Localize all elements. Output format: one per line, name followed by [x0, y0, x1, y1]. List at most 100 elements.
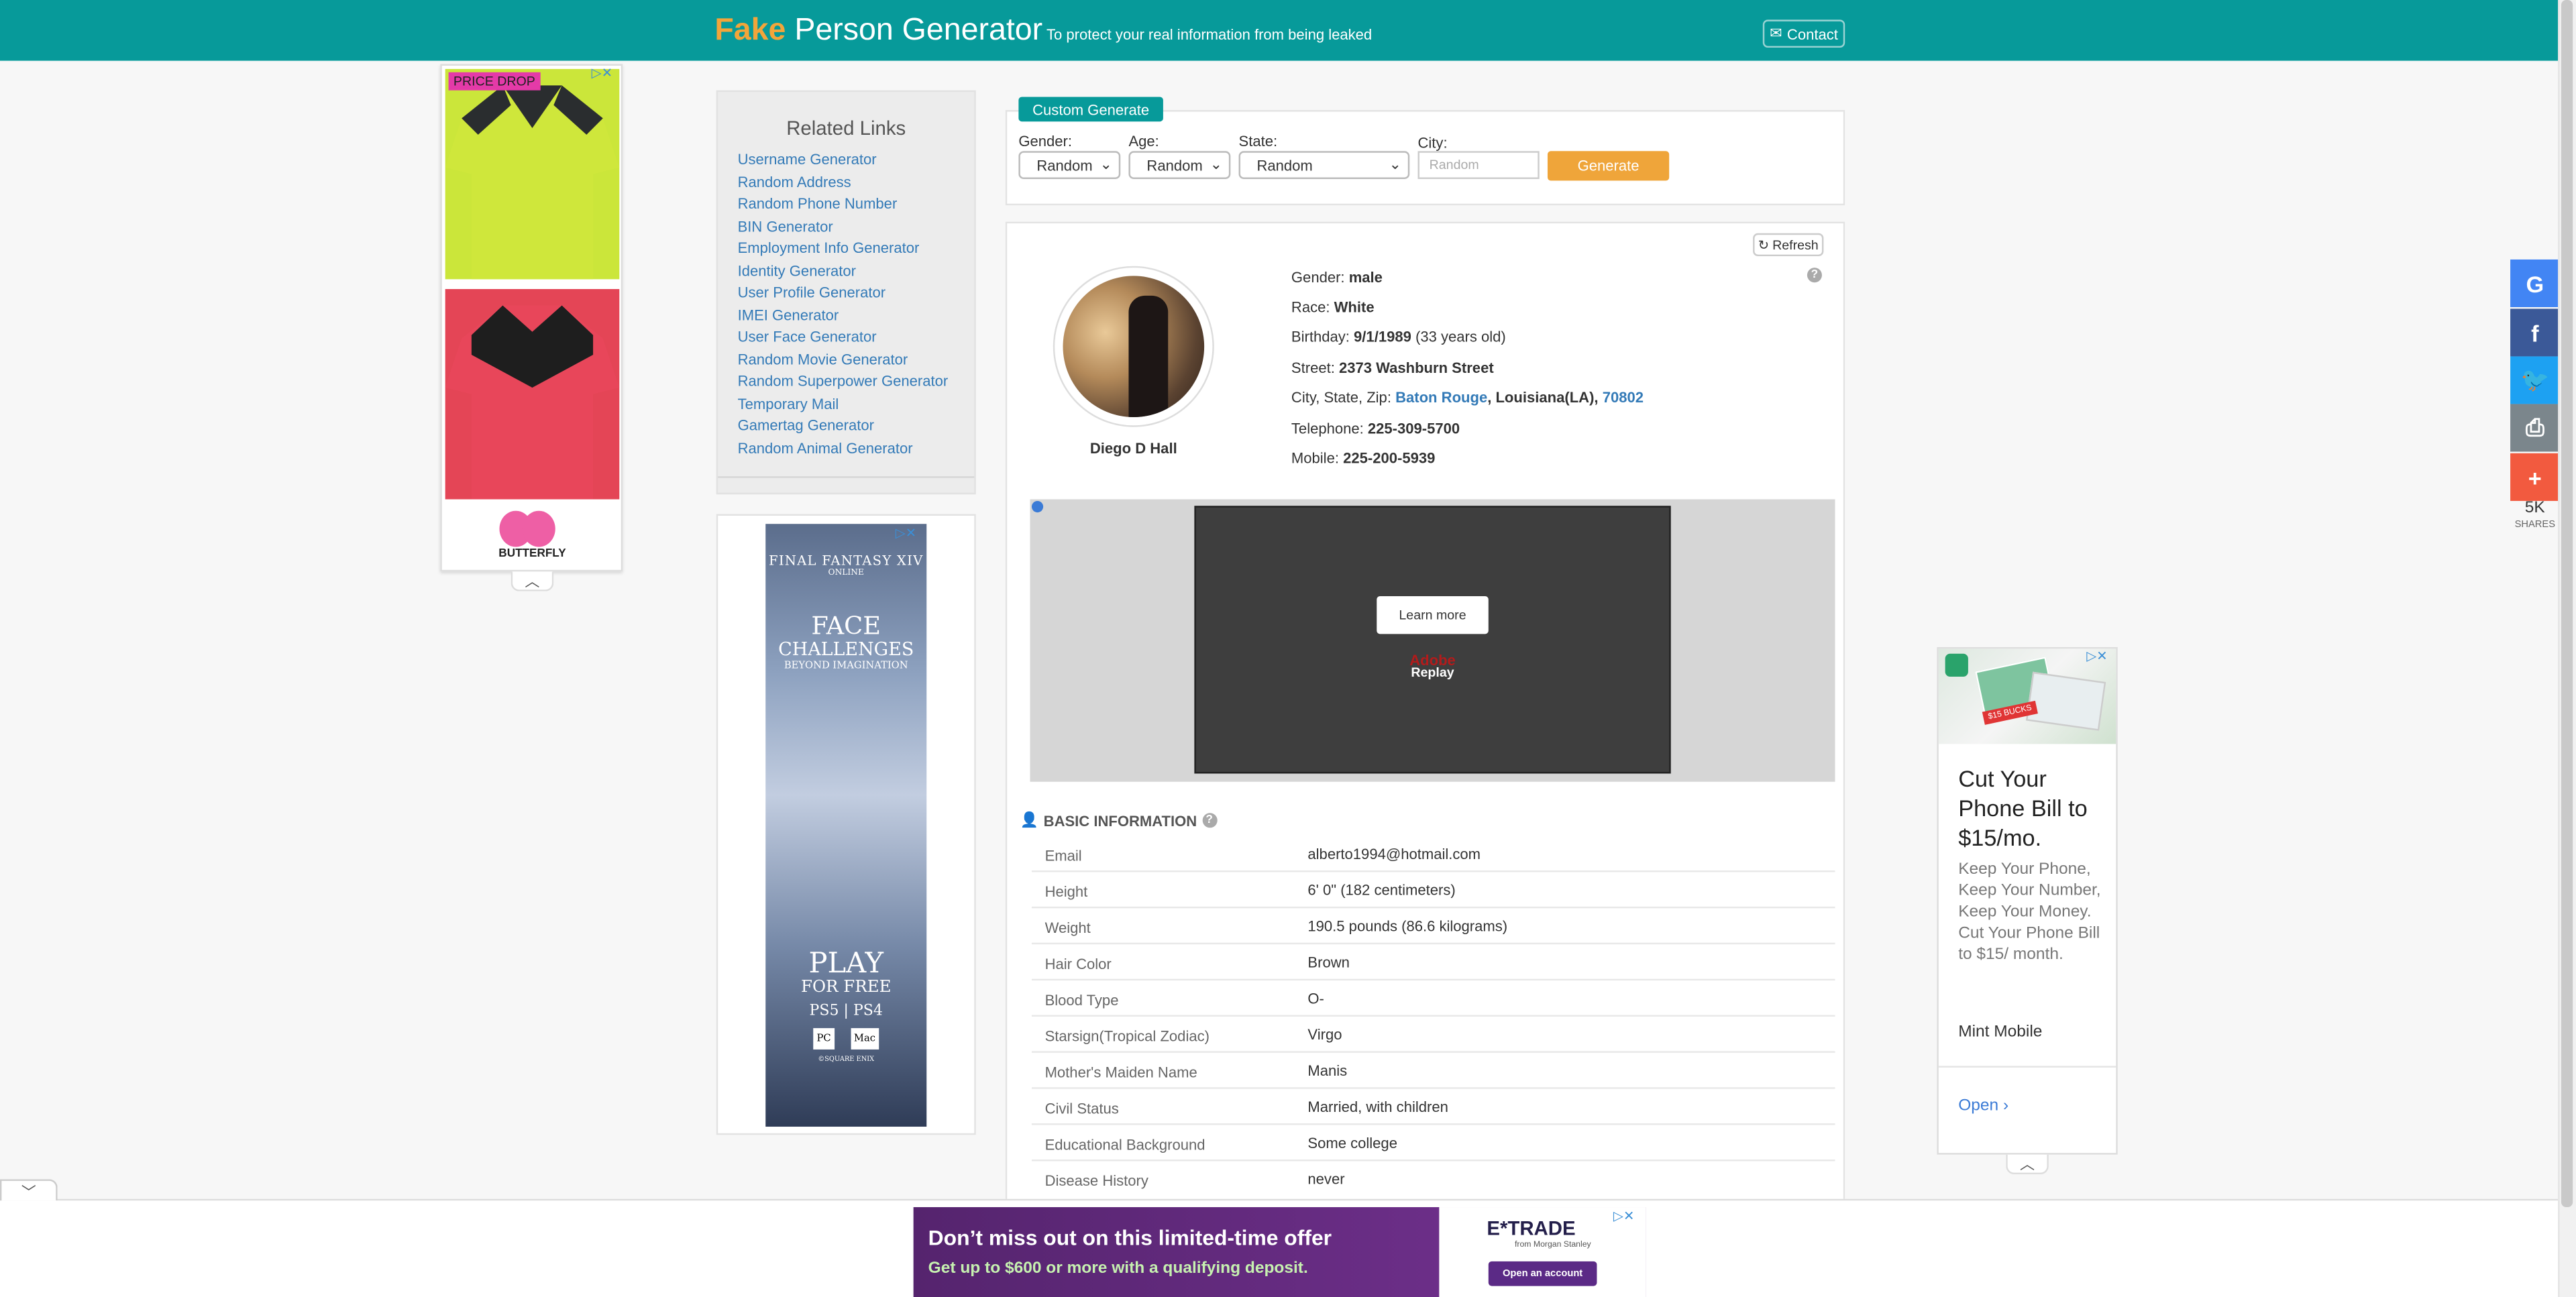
gender-info-label: Gender: — [1291, 269, 1349, 286]
twitter-icon: 🐦 — [2520, 366, 2550, 393]
state-label: State: — [1238, 133, 1278, 150]
generate-button[interactable]: Generate — [1547, 151, 1670, 181]
mint-ad-open-button[interactable]: Open › — [1958, 1097, 2008, 1115]
related-link[interactable]: IMEI Generator — [738, 304, 975, 327]
related-link[interactable]: Temporary Mail — [738, 394, 975, 416]
refresh-button[interactable]: ↻ Refresh — [1753, 233, 1824, 257]
chevron-up-icon: ︿ — [525, 573, 540, 590]
related-link[interactable]: Identity Generator — [738, 260, 975, 282]
related-link[interactable]: Random Animal Generator — [738, 438, 975, 460]
mobile-value: 225-200-5939 — [1343, 450, 1436, 467]
related-link[interactable]: Random Superpower Generator — [738, 371, 975, 393]
logo-fake-word: Fake — [714, 13, 786, 48]
mint-ad-title[interactable]: Cut Your Phone Bill to $15/mo. — [1958, 764, 2109, 852]
related-link[interactable]: Employment Info Generator — [738, 238, 975, 260]
share-count: 5K SHARES — [2510, 500, 2559, 534]
page-scrollbar-thumb[interactable] — [2561, 0, 2573, 1208]
right-ad-collapse-button[interactable]: ︿ — [2006, 1154, 2049, 1175]
help-icon[interactable]: ? — [1807, 268, 1822, 283]
facebook-icon: f — [2531, 319, 2539, 346]
ad-choices-icon[interactable]: ▷✕ — [592, 66, 612, 80]
related-link[interactable]: User Face Generator — [738, 327, 975, 349]
state-value: , Louisiana(LA), — [1487, 389, 1603, 406]
ad-choices-icon[interactable]: ▷✕ — [896, 526, 916, 541]
row-divider — [1031, 1159, 1835, 1162]
help-icon[interactable]: ? — [1201, 813, 1217, 828]
row-value: never — [1307, 1171, 1345, 1188]
row-value: O- — [1307, 990, 1324, 1007]
print-button[interactable]: ⎙ — [2510, 404, 2560, 452]
related-link[interactable]: Random Movie Generator — [738, 349, 975, 371]
ad-info-icon[interactable] — [1031, 500, 1044, 513]
related-links-title: Related Links — [786, 116, 906, 140]
contact-button[interactable]: ✉ Contact — [1762, 19, 1845, 48]
ff-beyond: BEYOND IMAGINATION — [784, 660, 908, 672]
ff-logo: FINAL FANTASY XIV — [769, 553, 924, 569]
age-select-value: Random — [1146, 156, 1203, 174]
final-fantasy-ad[interactable]: FINAL FANTASY XIV ONLINE FACE CHALLENGES… — [765, 524, 927, 1127]
left-ad-collapse-button[interactable]: ︿ — [511, 571, 554, 591]
google-share-button[interactable]: G — [2510, 259, 2560, 307]
ff-copyright: ©SQUARE ENIX — [818, 1054, 875, 1063]
ad-choices-icon[interactable]: ▷✕ — [1613, 1208, 1634, 1223]
printer-icon: ⎙ — [2526, 414, 2544, 441]
etrade-logo: E*TRADE — [1487, 1217, 1576, 1240]
row-label: Height — [1044, 883, 1088, 901]
age-select[interactable]: Random ⌄ — [1128, 151, 1231, 179]
butterfly-brand-text: BUTTERFLY — [498, 548, 566, 561]
video-ad-player[interactable] — [1194, 506, 1671, 774]
state-select[interactable]: Random ⌄ — [1238, 151, 1410, 179]
avatar-figure — [1128, 295, 1169, 418]
more-share-button[interactable]: + — [2510, 453, 2560, 501]
mint-envelope-graphic — [2025, 671, 2106, 731]
related-link[interactable]: Random Address — [738, 172, 975, 194]
related-link[interactable]: User Profile Generator — [738, 282, 975, 304]
price-drop-badge: PRICE DROP — [448, 72, 541, 91]
row-divider — [1031, 1087, 1835, 1089]
row-label: Disease History — [1044, 1172, 1148, 1190]
related-link[interactable]: Random Phone Number — [738, 194, 975, 216]
row-label: Civil Status — [1044, 1100, 1119, 1117]
bottom-ad-collapse-button[interactable]: ﹀ — [0, 1179, 58, 1201]
twitter-share-button[interactable]: 🐦 — [2510, 356, 2560, 404]
row-label: Hair Color — [1044, 956, 1112, 972]
replay-button[interactable]: Adobe Replay — [1400, 653, 1466, 680]
row-value: Virgo — [1307, 1026, 1342, 1044]
ad-choices-icon[interactable]: ▷✕ — [2086, 648, 2107, 663]
zip-link[interactable]: 70802 — [1603, 389, 1644, 405]
ad-shirt-yellow-image[interactable] — [445, 68, 620, 280]
city-input[interactable]: Random — [1417, 151, 1540, 179]
ff-for-free: FOR FREE — [800, 978, 892, 997]
gender-select[interactable]: Random ⌄ — [1018, 151, 1121, 179]
etrade-subline: Get up to $600 or more with a qualifying… — [928, 1259, 1308, 1278]
etrade-logo-sub: from Morgan Stanley — [1514, 1239, 1591, 1250]
facebook-share-button[interactable]: f — [2510, 308, 2560, 357]
mint-logo-icon — [1945, 653, 1968, 677]
plus-icon: + — [2528, 463, 2542, 491]
site-tagline: To protect your real information from be… — [1046, 26, 1373, 43]
mint-ad-brand: Mint Mobile — [1958, 1023, 2043, 1041]
learn-more-button[interactable]: Learn more — [1377, 596, 1489, 634]
custom-generate-tab[interactable]: Custom Generate — [1018, 97, 1163, 122]
related-link[interactable]: Username Generator — [738, 150, 975, 172]
related-link[interactable]: BIN Generator — [738, 216, 975, 238]
row-value: alberto1994@hotmail.com — [1307, 846, 1481, 862]
age-label: Age: — [1128, 133, 1159, 150]
row-label: Email — [1044, 847, 1082, 864]
chevron-down-icon: ﹀ — [21, 1183, 36, 1200]
butterfly-brand-logo[interactable]: BUTTERFLY — [445, 507, 620, 567]
row-label: Educational Background — [1044, 1136, 1205, 1153]
site-logo[interactable]: Fake Person Generator — [714, 13, 1042, 50]
row-divider — [1031, 1123, 1835, 1125]
gender-info: Gender: male — [1291, 270, 1383, 286]
chevron-down-icon: ⌄ — [1389, 156, 1401, 173]
row-divider — [1031, 1051, 1835, 1053]
ad-shirt-red-image[interactable] — [445, 289, 620, 500]
open-account-button[interactable]: Open an account — [1488, 1261, 1597, 1286]
city-link[interactable]: Baton Rouge — [1395, 389, 1487, 405]
row-label: Mother's Maiden Name — [1044, 1064, 1197, 1081]
ff-logo-sub: ONLINE — [828, 568, 864, 579]
row-divider — [1031, 906, 1835, 909]
related-link[interactable]: Gamertag Generator — [738, 416, 975, 438]
ff-platforms: PS5 | PS4 — [809, 1003, 883, 1020]
